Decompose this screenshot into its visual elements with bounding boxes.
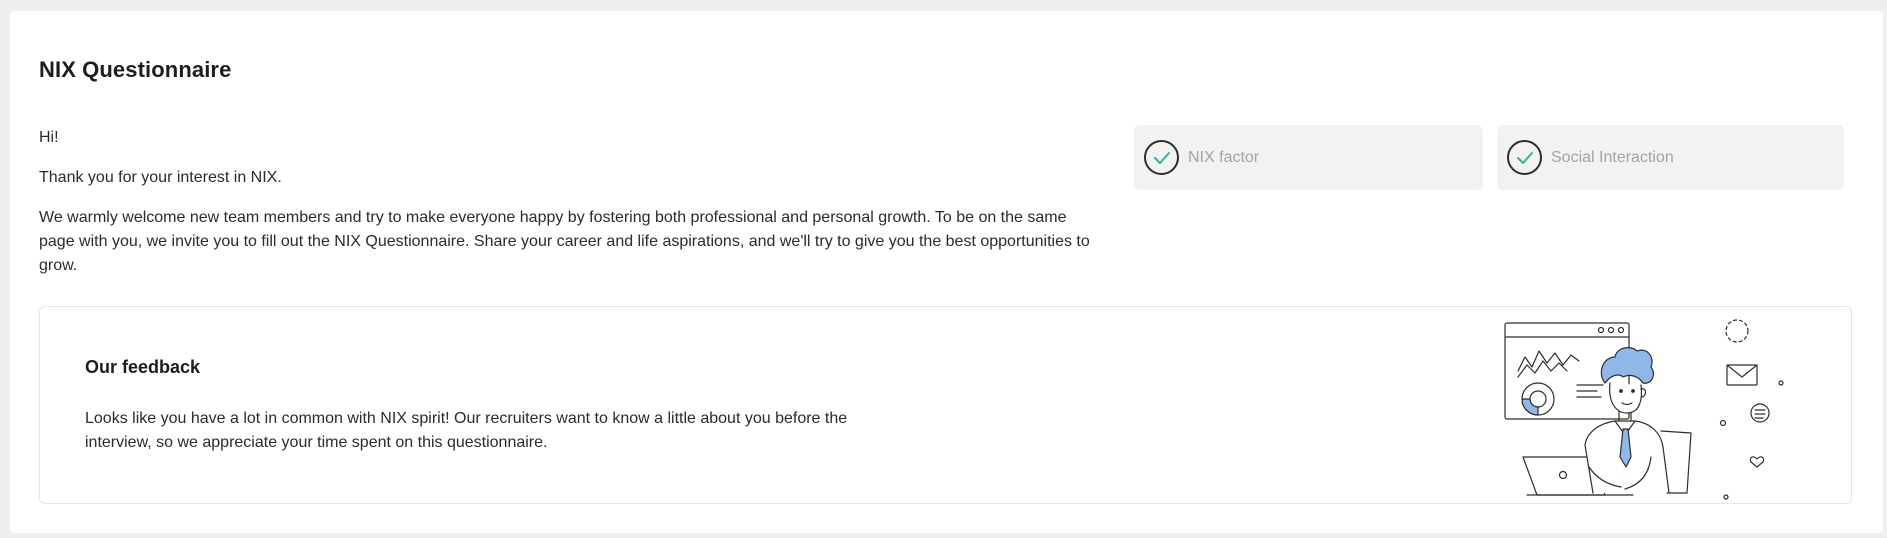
person-at-laptop-illustration bbox=[1504, 319, 1784, 500]
status-chip-social-interaction: Social Interaction bbox=[1497, 125, 1844, 190]
check-circle-icon bbox=[1144, 140, 1179, 175]
intro-body: We warmly welcome new team members and t… bbox=[39, 209, 1090, 274]
status-chip-label: NIX factor bbox=[1188, 148, 1260, 166]
check-circle-icon bbox=[1507, 140, 1542, 175]
feedback-panel: Our feedback Looks like you have a lot i… bbox=[39, 306, 1852, 504]
feedback-title: Our feedback bbox=[85, 357, 201, 377]
page-title: NIX Questionnaire bbox=[39, 57, 232, 82]
intro-section: Hi! Thank you for your interest in NIX. … bbox=[39, 126, 1099, 278]
status-chip-label: Social Interaction bbox=[1551, 148, 1674, 166]
intro-thanks: Thank you for your interest in NIX. bbox=[39, 169, 282, 186]
feedback-text: Looks like you have a lot in common with… bbox=[85, 410, 848, 451]
questionnaire-card: NIX Questionnaire Hi! Thank you for your… bbox=[10, 11, 1883, 533]
intro-greeting: Hi! bbox=[39, 129, 59, 146]
status-chip-nix-factor: NIX factor bbox=[1134, 125, 1483, 190]
